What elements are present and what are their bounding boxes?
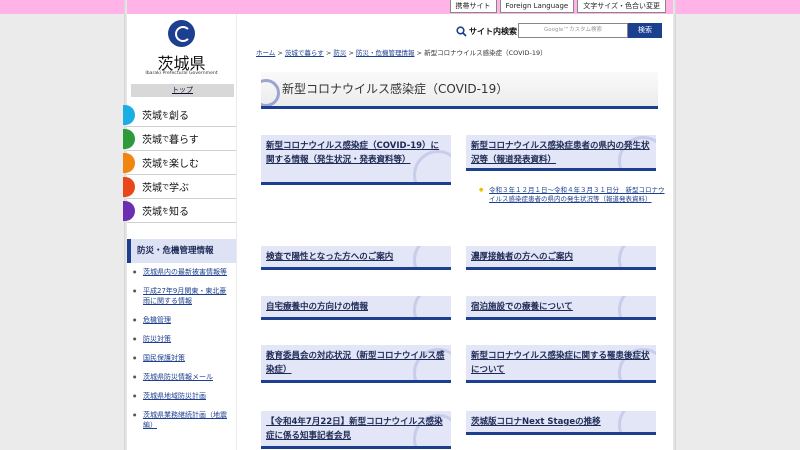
card-press-conference[interactable]: 【令和4年7月22日】新型コロナウイルス感染症に係る知事記者会見	[261, 411, 451, 449]
nav-marker-icon	[123, 105, 135, 125]
nav-item-enjoy[interactable]: 茨城を楽しむ	[123, 151, 236, 175]
list-item[interactable]: 茨城県防災情報メール	[133, 372, 232, 382]
list-item[interactable]: 茨城県業務継続計画（地震編）	[133, 410, 232, 430]
list-item[interactable]: 危機管理	[133, 315, 232, 325]
list-item[interactable]: 茨城県地域防災計画	[133, 391, 232, 401]
card-positive-guide[interactable]: 検査で陽性となった方へのご案内	[261, 246, 451, 270]
breadcrumb-disaster[interactable]: 防災	[333, 49, 346, 57]
nav-item-create[interactable]: 茨城を創る	[123, 103, 236, 127]
utility-links: 携帯サイト Foreign Language 文字サイズ・色合い変更	[449, 0, 666, 13]
patient-status-archive-link: 令和３年１２月１日〜令和４年３月３１日分 新型コロナウイルス感染症患者の県内の発…	[479, 186, 669, 204]
list-item[interactable]: 国民保護対策	[133, 353, 232, 363]
card-home-care[interactable]: 自宅療養中の方向けの情報	[261, 296, 451, 320]
breadcrumb-crisis[interactable]: 防災・危機管理情報	[356, 49, 415, 57]
list-item[interactable]: 平成27年9月関東・東北豪雨に関する情報	[133, 286, 232, 306]
search-icon	[456, 26, 467, 37]
page-title: 新型コロナウイルス感染症（COVID-19）	[261, 72, 658, 109]
nav-marker-icon	[123, 153, 135, 173]
top-page-link[interactable]: トップ	[131, 84, 234, 97]
nav-item-know[interactable]: 茨城を知る	[123, 199, 236, 223]
search-button[interactable]: 検索	[628, 23, 662, 38]
list-item[interactable]: 茨城県内の最新被害情報等	[133, 267, 232, 277]
logo-subtitle: Ibaraki Prefectural Government	[145, 71, 218, 76]
card-hotel-care[interactable]: 宿泊施設での療養について	[466, 296, 656, 320]
mobile-site-link[interactable]: 携帯サイト	[449, 0, 497, 13]
foreign-language-link[interactable]: Foreign Language	[499, 0, 575, 13]
card-education-board[interactable]: 教育委員会の対応状況（新型コロナウイルス感染症）	[261, 345, 451, 383]
prefecture-emblem-icon	[168, 20, 195, 47]
search-input[interactable]: Google™カスタム検索	[518, 23, 628, 38]
breadcrumb-home[interactable]: ホーム	[256, 49, 275, 57]
site-search-label: サイト内検索	[456, 26, 517, 37]
nav-marker-icon	[123, 201, 135, 221]
site-logo[interactable]: 茨城県 Ibaraki Prefectural Government	[127, 14, 236, 84]
card-close-contact-guide[interactable]: 濃厚接触者の方へのご案内	[466, 246, 656, 270]
nav-item-live[interactable]: 茨城で暮らす	[123, 127, 236, 151]
section-link-list: 茨城県内の最新被害情報等 平成27年9月関東・東北豪雨に関する情報 危機管理 防…	[127, 263, 236, 430]
nav-marker-icon	[123, 177, 135, 197]
breadcrumb: ホーム > 茨城で暮らす > 防災 > 防災・危機管理情報 > 新型コロナウイル…	[256, 49, 547, 57]
breadcrumb-current: 新型コロナウイルス感染症（COVID-19）	[424, 49, 547, 57]
top-pink-bar	[0, 0, 800, 14]
sidebar: 茨城県 Ibaraki Prefectural Government トップ 茨…	[123, 14, 236, 450]
nav-marker-icon	[123, 129, 135, 149]
card-patient-status[interactable]: 新型コロナウイルス感染症患者の県内の発生状況等（報道発表資料）	[466, 135, 656, 171]
main-content: サイト内検索 Google™カスタム検索 検索 ホーム > 茨城で暮らす > 防…	[237, 14, 673, 450]
right-page-shadow	[673, 0, 676, 450]
card-long-covid[interactable]: 新型コロナウイルス感染症に関する罹患後症状について	[466, 345, 656, 383]
section-title: 防災・危機管理情報	[127, 239, 236, 263]
text-size-color-link[interactable]: 文字サイズ・色合い変更	[577, 0, 666, 13]
main-nav: 茨城を創る 茨城で暮らす 茨城を楽しむ 茨城で学ぶ 茨城を知る	[123, 103, 236, 223]
nav-item-learn[interactable]: 茨城で学ぶ	[123, 175, 236, 199]
card-covid-info[interactable]: 新型コロナウイルス感染症（COVID-19）に関する情報（発生状況・発表資料等）	[261, 135, 451, 185]
list-item[interactable]: 防災対策	[133, 334, 232, 344]
breadcrumb-living[interactable]: 茨城で暮らす	[285, 49, 324, 57]
card-next-stage[interactable]: 茨城版コロナNext Stageの推移	[466, 411, 656, 435]
